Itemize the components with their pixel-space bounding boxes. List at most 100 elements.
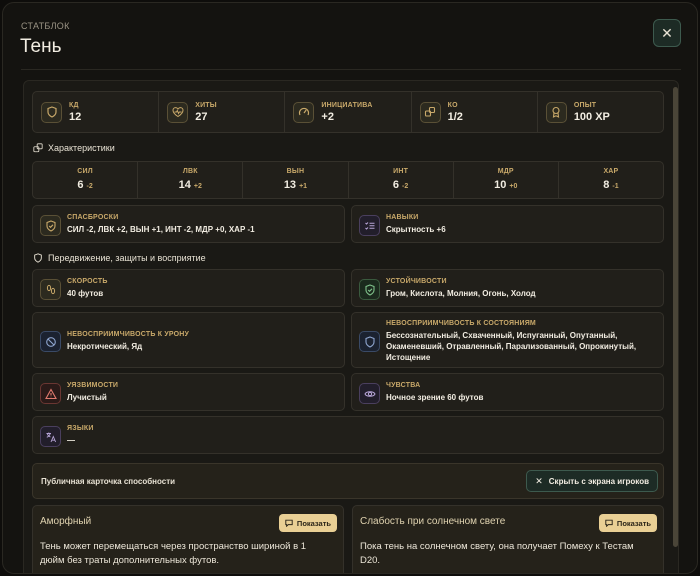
stat-value: 1/2 <box>447 110 463 123</box>
languages-box: ЯЗЫКИ — <box>32 416 664 454</box>
ability-mod: -2 <box>402 183 409 190</box>
box-value: 40 футов <box>67 289 104 298</box>
ability-mod: +1 <box>299 183 308 190</box>
stat-ac: КД 12 <box>33 92 160 132</box>
ability-mod: +2 <box>193 183 202 190</box>
shield-icon <box>34 253 42 263</box>
shield-check-icon <box>359 279 380 300</box>
speed-box: СКОРОСТЬ 40 футов <box>32 269 345 307</box>
box-value: Бессознательный, Схваченный, Испуганный,… <box>386 331 637 362</box>
box-value: Ночное зрение 60 футов <box>386 393 484 402</box>
footprints-icon <box>40 279 61 300</box>
box-value: Скрытность +6 <box>386 225 446 234</box>
box-label: НЕВОСПРИИМЧИВОСТЬ К СОСТОЯНИЯМ <box>386 320 536 327</box>
swords-icon <box>419 101 441 123</box>
show-button-label: Показать <box>616 518 651 528</box>
statblock-content: КД 12 ХИТЫ 27 ИНИЦИАТИВА +2 КО 1/2 ОПЫТ 100 X… <box>23 80 679 573</box>
ability-mod: -2 <box>86 183 93 190</box>
condition-immunities-box: НЕВОСПРИИМЧИВОСТЬ К СОСТОЯНИЯМ Бессознате… <box>351 312 664 368</box>
section-title: Передвижение, защиты и восприятие <box>48 253 206 263</box>
box-value: Лучистый <box>67 393 107 402</box>
box-label: УСТОЙЧИВОСТИ <box>386 278 447 285</box>
stat-label: ИНИЦИАТИВА <box>321 101 373 109</box>
ability-label: ВЫН <box>286 168 305 175</box>
box-value: — <box>67 436 75 445</box>
ability-score: 10 <box>494 179 507 191</box>
stat-value: 12 <box>69 110 82 123</box>
ability-label: МДР <box>497 168 514 175</box>
ability-title: Слабость при солнечном свете <box>360 516 506 527</box>
ability-scores: СИЛ 6 -2 ЛВК 14 +2 ВЫН 13 +1 ИНТ 6 -2 МДР 10 +0 ХА… <box>32 161 664 199</box>
ability-score: 6 <box>392 179 400 191</box>
resistances-box: УСТОЙЧИВОСТИ Гром, Кислота, Молния, Огонь… <box>351 269 664 307</box>
close-button[interactable]: ✕ <box>653 19 681 47</box>
box-label: НЕВОСПРИИМЧИВОСТЬ К УРОНУ <box>67 331 190 338</box>
award-icon <box>545 101 567 123</box>
translate-icon <box>40 426 61 447</box>
saves-box: СПАСБРОСКИ СИЛ -2, ЛВК +2, ВЫН +1, ИНТ -2… <box>32 205 345 243</box>
heart-pulse-icon <box>167 101 189 123</box>
shield-check-icon <box>40 215 61 236</box>
box-label: СКОРОСТЬ <box>67 278 108 285</box>
ability-con: ВЫН 13 +1 <box>243 162 349 198</box>
dice-icon <box>33 143 43 153</box>
ability-title: Аморфный <box>40 516 92 527</box>
gauge-icon <box>293 101 315 123</box>
ban-icon <box>40 331 61 352</box>
message-icon <box>605 519 613 527</box>
stat-cr: КО 1/2 <box>412 92 538 132</box>
statblock-modal: СТАТБЛОК Тень ✕ КД 12 ХИТЫ 27 ИНИЦИАТИВА +2… <box>2 2 698 574</box>
damage-immunities-box: НЕВОСПРИИМЧИВОСТЬ К УРОНУ Некротический, … <box>32 312 345 368</box>
hide-button-label: Скрыть с экрана игроков <box>548 476 649 486</box>
header-subtitle: СТАТБЛОК <box>21 21 70 31</box>
ability-label: ХАР <box>603 168 619 175</box>
list-check-icon <box>359 215 380 236</box>
stat-value: +2 <box>321 110 334 123</box>
ability-score: 6 <box>77 179 84 191</box>
alert-triangle-icon <box>40 383 61 404</box>
eye-icon <box>359 383 380 404</box>
senses-box: ЧУВСТВА Ночное зрение 60 футов <box>351 373 664 411</box>
box-value: Гром, Кислота, Молния, Огонь, Холод <box>386 289 536 298</box>
skills-box: НАВЫКИ Скрытность +6 <box>351 205 664 243</box>
ability-cha: ХАР 8 -1 <box>559 162 663 198</box>
ability-card-amorphous: Аморфный Показать Тень может перемещатьс… <box>32 505 344 573</box>
ability-card-sunlight: Слабость при солнечном свете Показать По… <box>352 505 664 573</box>
ability-score: 8 <box>603 179 610 191</box>
ability-int: ИНТ 6 -2 <box>349 162 454 198</box>
section-title: Характеристики <box>48 143 115 153</box>
box-label: ЯЗЫКИ <box>67 425 94 432</box>
shield-icon <box>359 331 380 352</box>
ability-mod: +0 <box>509 183 518 190</box>
ability-label: СИЛ <box>77 168 93 175</box>
show-button-label: Показать <box>296 518 331 528</box>
box-label: ЧУВСТВА <box>386 382 421 389</box>
scrollbar[interactable] <box>673 87 678 547</box>
ability-dex: ЛВК 14 +2 <box>138 162 244 198</box>
ability-mod: -1 <box>612 183 619 190</box>
close-icon: ✕ <box>661 24 673 41</box>
defenses-heading: Передвижение, защиты и восприятие <box>33 253 206 263</box>
characteristics-heading: Характеристики <box>33 143 115 153</box>
stat-value: 100 XP <box>573 110 610 123</box>
stat-hp: ХИТЫ 27 <box>159 92 286 132</box>
stat-label: ОПЫТ <box>573 101 597 109</box>
ability-wis: МДР 10 +0 <box>454 162 559 198</box>
show-button[interactable]: Показать <box>598 514 657 532</box>
show-button[interactable]: Показать <box>278 514 337 532</box>
ability-label: ЛВК <box>182 168 198 175</box>
ability-score: 14 <box>178 179 191 191</box>
close-icon: ✕ <box>535 475 543 486</box>
stat-value: 27 <box>195 110 208 123</box>
box-value: Некротический, Яд <box>67 342 143 351</box>
box-value: СИЛ -2, ЛВК +2, ВЫН +1, ИНТ -2, МДР +0, … <box>67 225 255 234</box>
page-title: Тень <box>20 36 62 57</box>
box-label: СПАСБРОСКИ <box>67 214 119 221</box>
hide-from-players-button[interactable]: ✕ Скрыть с экрана игроков <box>526 470 658 492</box>
core-stats: КД 12 ХИТЫ 27 ИНИЦИАТИВА +2 КО 1/2 ОПЫТ 100 X… <box>32 91 664 133</box>
public-card-title: Публичная карточка способности <box>41 477 176 486</box>
ability-label: ИНТ <box>393 168 409 175</box>
box-label: НАВЫКИ <box>386 214 419 221</box>
ability-text: Пока тень на солнечном свету, она получа… <box>360 541 634 566</box>
public-card-bar: Публичная карточка способности ✕ Скрыть … <box>32 463 664 499</box>
